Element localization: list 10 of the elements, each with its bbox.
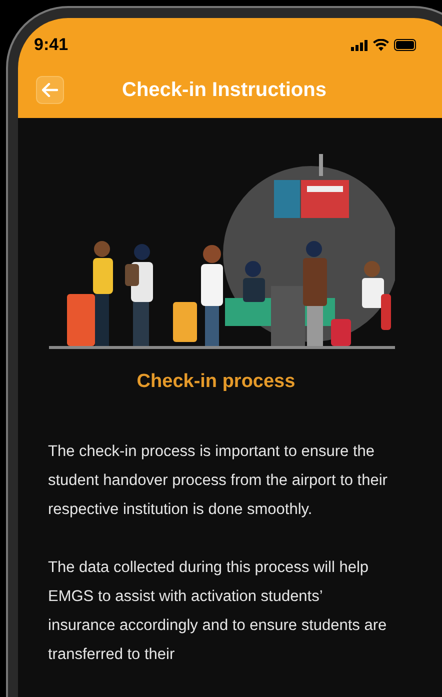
signal-icon: [351, 40, 368, 50]
status-time: 9:41: [34, 34, 68, 56]
back-arrow-icon: [42, 83, 58, 97]
screen-title: Check-in Instructions: [122, 78, 326, 103]
body-paragraph: The check-in process is important to ensure the student handover process from the airport to their respective institution is done smoothly.: [48, 442, 388, 520]
body-paragraph: The data collected during this process will help EMGS to assist with activation students’ insurance accordingly and to ensure students are transferred to their: [48, 558, 388, 664]
section-heading: Check-in process: [136, 370, 296, 394]
wifi-icon: [373, 39, 389, 51]
battery-icon: [394, 39, 418, 51]
back-button[interactable]: [36, 76, 64, 104]
